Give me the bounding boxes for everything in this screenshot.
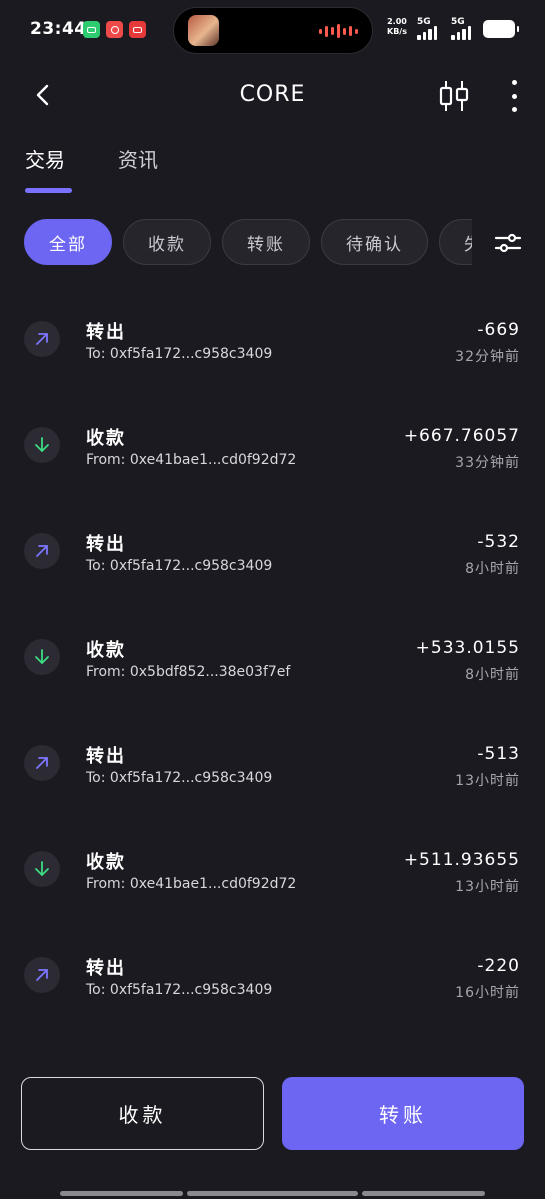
transaction-row[interactable]: 收款 From: 0x5bdf852...38e03f7ef +533.0155… xyxy=(0,622,545,728)
more-button[interactable] xyxy=(504,78,524,114)
transaction-amount: -513 xyxy=(477,744,520,764)
message-app-icon xyxy=(83,21,100,38)
more-dot xyxy=(511,93,517,99)
transaction-row[interactable]: 收款 From: 0xe41bae1...cd0f92d72 +511.9365… xyxy=(0,834,545,940)
transaction-row[interactable]: 收款 From: 0xe41bae1...cd0f92d72 +667.7605… xyxy=(0,410,545,516)
filter-sliders-icon xyxy=(494,233,522,253)
arrow-down-icon xyxy=(24,427,60,463)
arrow-up-right-icon xyxy=(24,957,60,993)
home-indicator[interactable] xyxy=(187,1191,358,1196)
filter-chips: 全部 收款 转账 待确认 失 xyxy=(24,219,472,265)
filter-chip-all[interactable]: 全部 xyxy=(24,219,112,265)
tab-news[interactable]: 资讯 xyxy=(118,144,158,183)
dynamic-island[interactable] xyxy=(173,7,373,54)
arrow-up-right-icon xyxy=(24,745,60,781)
transaction-row[interactable]: 转出 To: 0xf5fa172...c958c3409 -513 13小时前 xyxy=(0,728,545,834)
transaction-time: 8小时前 xyxy=(465,561,520,577)
transaction-time: 32分钟前 xyxy=(455,349,520,365)
transaction-type: 收款 xyxy=(86,640,126,661)
filter-chip-receive[interactable]: 收款 xyxy=(123,219,211,265)
transaction-amount: -669 xyxy=(477,320,520,340)
transaction-row[interactable]: 转出 To: 0xf5fa172...c958c3409 -532 8小时前 xyxy=(0,516,545,622)
transaction-type: 转出 xyxy=(86,534,126,555)
home-indicator-left xyxy=(60,1191,183,1196)
top-tabs: 交易 资讯 xyxy=(25,144,158,193)
filter-chip-failed[interactable]: 失 xyxy=(439,219,472,265)
candlestick-chart-icon xyxy=(439,81,469,111)
arrow-up-right-icon xyxy=(24,321,60,357)
signal-icon-1: 5G xyxy=(417,17,437,40)
chart-button[interactable] xyxy=(437,80,471,112)
filter-chip-transfer[interactable]: 转账 xyxy=(222,219,310,265)
transaction-time: 33分钟前 xyxy=(455,455,520,471)
transaction-amount: +667.76057 xyxy=(403,426,520,446)
transaction-time: 8小时前 xyxy=(465,667,520,683)
transaction-type: 转出 xyxy=(86,322,126,343)
music-app-icon xyxy=(106,21,123,38)
status-bar: 23:44 2.00 KB/s 5G 5G xyxy=(0,0,545,60)
transaction-address: From: 0xe41bae1...cd0f92d72 xyxy=(86,876,297,892)
transaction-time: 13小时前 xyxy=(455,879,520,895)
arrow-down-icon xyxy=(24,851,60,887)
more-dot xyxy=(511,80,517,85)
transaction-address: To: 0xf5fa172...c958c3409 xyxy=(86,770,273,786)
transaction-amount: -220 xyxy=(477,956,520,976)
transaction-time: 13小时前 xyxy=(455,773,520,789)
receive-button[interactable]: 收款 xyxy=(21,1077,264,1150)
transaction-amount: -532 xyxy=(477,532,520,552)
transaction-address: From: 0x5bdf852...38e03f7ef xyxy=(86,664,291,680)
filter-settings-button[interactable] xyxy=(493,228,523,258)
filter-chip-pending[interactable]: 待确认 xyxy=(321,219,428,265)
home-indicator-right xyxy=(362,1191,485,1196)
transaction-type: 收款 xyxy=(86,852,126,873)
arrow-up-right-icon xyxy=(24,533,60,569)
transaction-address: From: 0xe41bae1...cd0f92d72 xyxy=(86,452,297,468)
transaction-amount: +511.93655 xyxy=(403,850,520,870)
transaction-address: To: 0xf5fa172...c958c3409 xyxy=(86,558,273,574)
transaction-address: To: 0xf5fa172...c958c3409 xyxy=(86,982,273,998)
transaction-list: 转出 To: 0xf5fa172...c958c3409 -669 32分钟前 … xyxy=(0,304,545,1046)
status-time: 23:44 xyxy=(30,19,87,39)
transaction-amount: +533.0155 xyxy=(415,638,520,658)
transaction-row[interactable]: 转出 To: 0xf5fa172...c958c3409 -669 32分钟前 xyxy=(0,304,545,410)
transaction-address: To: 0xf5fa172...c958c3409 xyxy=(86,346,273,362)
more-dot xyxy=(511,107,517,112)
arrow-down-icon xyxy=(24,639,60,675)
transaction-time: 16小时前 xyxy=(455,985,520,1001)
transfer-button[interactable]: 转账 xyxy=(282,1077,524,1150)
signal-icon-2: 5G xyxy=(451,17,471,40)
notification-icons xyxy=(83,21,146,38)
transaction-type: 转出 xyxy=(86,746,126,767)
transaction-type: 收款 xyxy=(86,428,126,449)
tab-transactions[interactable]: 交易 xyxy=(25,144,72,193)
transaction-row[interactable]: 转出 To: 0xf5fa172...c958c3409 -220 16小时前 xyxy=(0,940,545,1046)
now-playing-avatar xyxy=(188,15,219,46)
shopping-app-icon xyxy=(129,21,146,38)
audio-wave-icon xyxy=(319,24,358,38)
transaction-type: 转出 xyxy=(86,958,126,979)
battery-icon xyxy=(483,20,519,38)
network-speed: 2.00 KB/s xyxy=(387,17,407,36)
